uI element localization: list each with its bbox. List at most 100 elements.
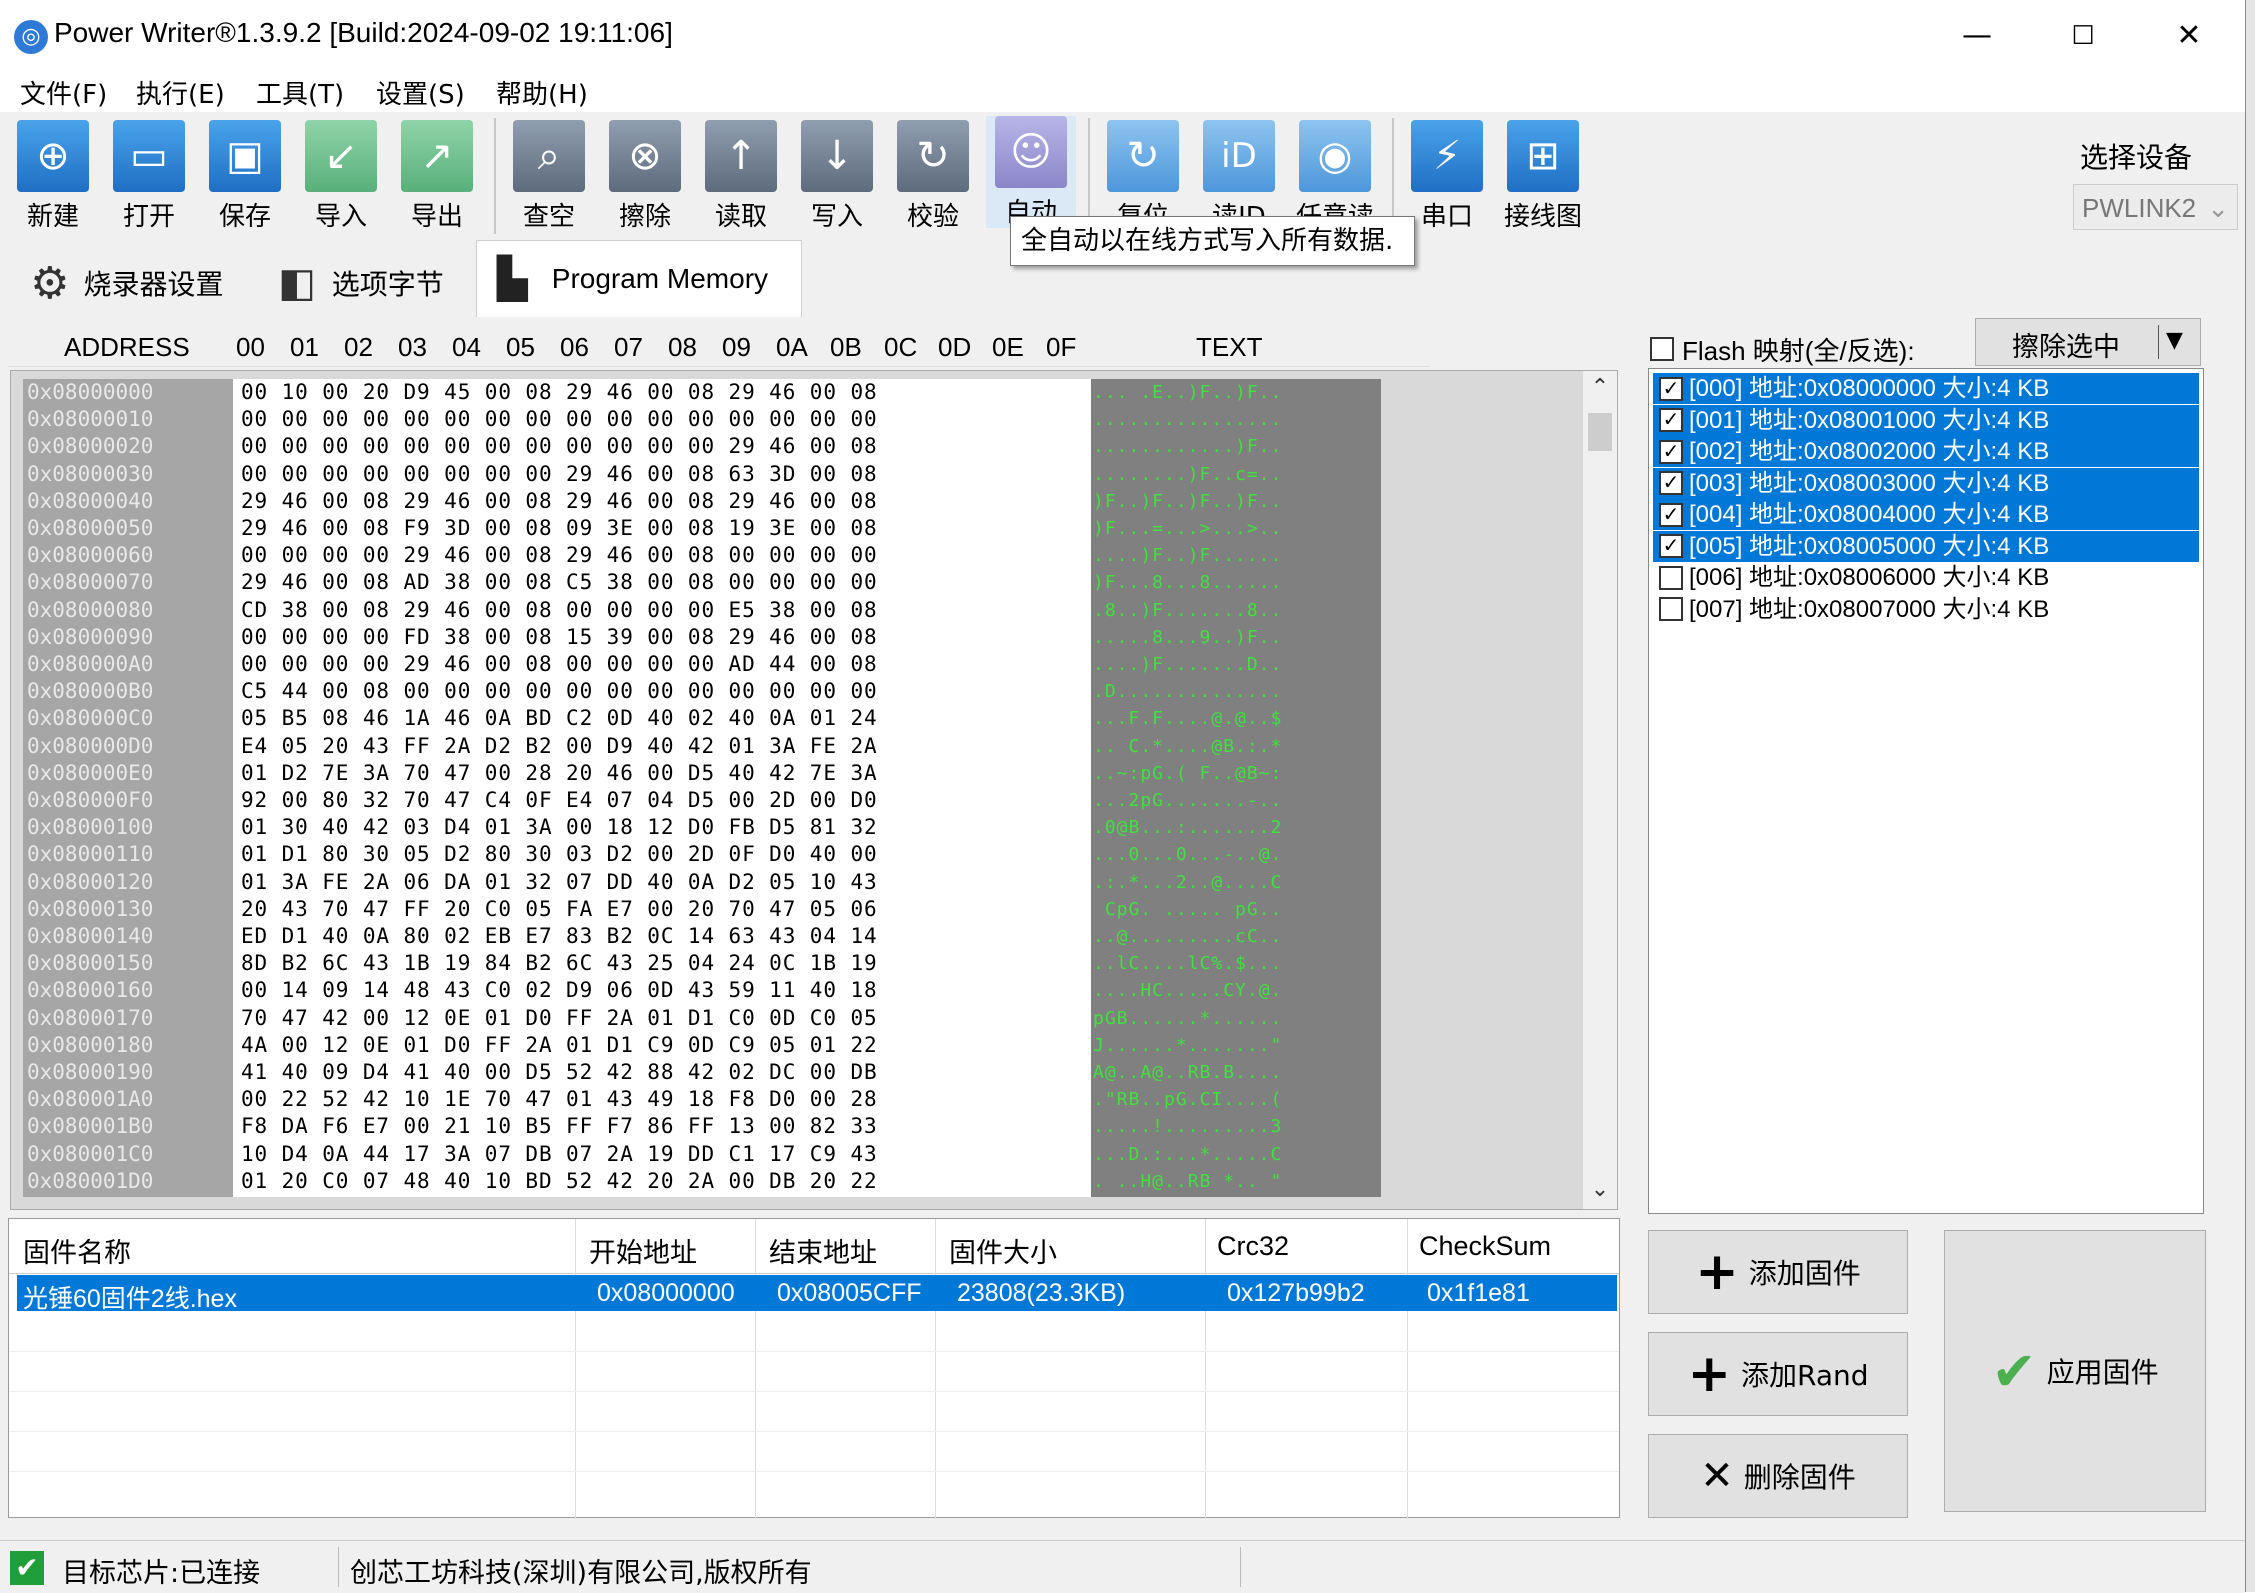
column-divider: [1205, 1219, 1206, 1519]
hex-bytes[interactable]: F8 DA F6 E7 00 21 10 B5 FF F7 86 FF 13 0…: [241, 1113, 1099, 1140]
menu-help[interactable]: 帮助(H): [496, 74, 588, 111]
new-button[interactable]: ⊕ 新建: [8, 120, 98, 240]
hex-bytes[interactable]: 01 D1 80 30 05 D2 80 30 03 D2 00 2D 0F D…: [241, 841, 1099, 868]
hex-bytes[interactable]: 00 00 00 00 00 00 00 00 29 46 00 08 63 3…: [241, 461, 1099, 488]
hex-bytes[interactable]: 4A 00 12 0E 01 D0 FF 2A 01 D1 C9 0D C9 0…: [241, 1032, 1099, 1059]
hex-bytes[interactable]: 00 00 00 00 00 00 00 00 00 00 00 00 00 0…: [241, 406, 1099, 433]
hex-bytes[interactable]: E4 05 20 43 FF 2A D2 B2 00 D9 40 42 01 3…: [241, 733, 1099, 760]
tab-program-memory[interactable]: ▙ Program Memory: [476, 240, 802, 317]
import-button[interactable]: ↙ 导入: [296, 120, 386, 240]
flash-sector-checkbox[interactable]: ✓: [1659, 534, 1683, 558]
hex-scrollbar[interactable]: ⌃ ⌄: [1583, 371, 1617, 1209]
menu-file[interactable]: 文件(F): [20, 74, 107, 111]
tab-programmer-settings[interactable]: ⚙ 烧录器设置: [14, 248, 254, 318]
read-button[interactable]: ↑ 读取: [696, 120, 786, 240]
background-window-edge: [2246, 0, 2255, 1592]
tab-option-bytes-label: 选项字节: [331, 268, 444, 301]
device-select-value: PWLINK2: [2082, 193, 2197, 223]
col-checksum: CheckSum: [1419, 1231, 1552, 1261]
hex-editor[interactable]: 0x08000000 00 10 00 20 D9 45 00 08 29 46 …: [10, 370, 1618, 1210]
flash-sector-item[interactable]: [007] 地址:0x08007000 大小:4 KB: [1653, 594, 2199, 625]
add-firmware-button[interactable]: + 添加固件: [1648, 1230, 1908, 1314]
flash-sector-item[interactable]: ✓ [003] 地址:0x08003000 大小:4 KB: [1653, 467, 2199, 499]
scroll-up-icon[interactable]: ⌃: [1583, 375, 1617, 405]
hex-bytes[interactable]: 00 22 52 42 10 1E 70 47 01 43 49 18 F8 D…: [241, 1086, 1099, 1113]
hex-bytes[interactable]: 10 D4 0A 44 17 3A 07 DB 07 2A 19 DD C1 1…: [241, 1141, 1099, 1168]
hex-bytes[interactable]: CD 38 00 08 29 46 00 08 00 00 00 00 E5 3…: [241, 597, 1099, 624]
hex-bytes[interactable]: 29 46 00 08 F9 3D 00 08 09 3E 00 08 19 3…: [241, 515, 1099, 542]
flash-sector-item[interactable]: ✓ [004] 地址:0x08004000 大小:4 KB: [1653, 499, 2199, 530]
flash-sector-item[interactable]: ✓ [002] 地址:0x08002000 大小:4 KB: [1653, 436, 2199, 467]
delete-firmware-button[interactable]: ✕ 删除固件: [1648, 1434, 1908, 1518]
export-button[interactable]: ↗ 导出: [392, 120, 482, 240]
hex-bytes[interactable]: 8D B2 6C 43 1B 19 84 B2 6C 43 25 04 24 0…: [241, 950, 1099, 977]
apply-firmware-button[interactable]: ✔ 应用固件: [1944, 1230, 2206, 1512]
flash-sector-checkbox[interactable]: ✓: [1659, 408, 1683, 432]
status-bar: ✔ 目标芯片:已连接 创芯工坊科技(深圳)有限公司,版权所有: [0, 1540, 2245, 1593]
close-button[interactable]: ✕: [2136, 0, 2242, 72]
hex-bytes[interactable]: 01 3A FE 2A 06 DA 01 32 07 DD 40 0A D2 0…: [241, 869, 1099, 896]
blank-check-button[interactable]: ⌕ 查空: [504, 120, 594, 240]
scroll-down-icon[interactable]: ⌄: [1583, 1177, 1617, 1207]
hex-bytes[interactable]: 29 46 00 08 AD 38 00 08 C5 38 00 08 00 0…: [241, 569, 1099, 596]
open-button[interactable]: ▭ 打开: [104, 120, 194, 240]
save-button[interactable]: ▣ 保存: [200, 120, 290, 240]
write-button[interactable]: ↓ 写入: [792, 120, 882, 240]
verify-button[interactable]: ↻ 校验: [888, 120, 978, 240]
hex-bytes[interactable]: 01 20 C0 07 48 40 10 BD 52 42 20 2A 00 D…: [241, 1168, 1099, 1195]
hex-col-header: 06: [560, 332, 589, 362]
hex-bytes[interactable]: 20 43 70 47 FF 20 C0 05 FA E7 00 20 70 4…: [241, 896, 1099, 923]
erase-button[interactable]: ⊗ 擦除: [600, 120, 690, 240]
auto-button[interactable]: ☺ 自动: [986, 116, 1076, 228]
hex-bytes[interactable]: 29 46 00 08 29 46 00 08 29 46 00 08 29 4…: [241, 488, 1099, 515]
hex-bytes[interactable]: C5 44 00 08 00 00 00 00 00 00 00 00 00 0…: [241, 678, 1099, 705]
add-rand-button[interactable]: + 添加Rand: [1648, 1332, 1908, 1416]
hex-bytes[interactable]: 00 00 00 00 00 00 00 00 00 00 00 00 29 4…: [241, 433, 1099, 460]
minimize-button[interactable]: —: [1924, 0, 2030, 72]
flash-map-header: Flash 映射(全/反选):: [1650, 326, 1915, 372]
dropdown-arrow-icon[interactable]: ▼: [2166, 328, 2183, 353]
flash-sector-checkbox[interactable]: [1659, 565, 1683, 590]
hex-bytes[interactable]: 05 B5 08 46 1A 46 0A BD C2 0D 40 02 40 0…: [241, 705, 1099, 732]
flash-sector-item[interactable]: ✓ [000] 地址:0x08000000 大小:4 KB: [1653, 373, 2199, 404]
flash-sector-item[interactable]: ✓ [001] 地址:0x08001000 大小:4 KB: [1653, 404, 2199, 436]
hex-bytes[interactable]: 41 40 09 D4 41 40 00 D5 52 42 88 42 02 D…: [241, 1059, 1099, 1086]
hex-bytes[interactable]: 01 D2 7E 3A 70 47 00 28 20 46 00 D5 40 4…: [241, 760, 1099, 787]
menu-execute[interactable]: 执行(E): [136, 74, 225, 111]
flash-sector-checkbox[interactable]: ✓: [1659, 502, 1683, 527]
tab-option-bytes[interactable]: ◧ 选项字节: [268, 248, 478, 318]
hex-address: 0x08000120: [27, 869, 154, 894]
hex-bytes[interactable]: 92 00 80 32 70 47 C4 0F E4 07 04 D5 00 2…: [241, 787, 1099, 814]
hex-bytes[interactable]: 00 10 00 20 D9 45 00 08 29 46 00 08 29 4…: [241, 379, 1099, 406]
flash-sector-checkbox[interactable]: [1659, 597, 1683, 621]
flash-sector-item[interactable]: ✓ [005] 地址:0x08005000 大小:4 KB: [1653, 530, 2199, 562]
hex-bytes[interactable]: 00 14 09 14 48 43 C0 02 D9 06 0D 43 59 1…: [241, 977, 1099, 1004]
hex-bytes[interactable]: 00 00 00 00 29 46 00 08 29 46 00 08 00 0…: [241, 542, 1099, 569]
hex-bytes[interactable]: 00 00 00 00 29 46 00 08 00 00 00 00 AD 4…: [241, 651, 1099, 678]
end-address-cell: 0x08005CFF: [777, 1279, 922, 1307]
wiring-diagram-button[interactable]: ⊞ 接线图: [1498, 120, 1588, 240]
erase-selected-button[interactable]: 擦除选中 ▼: [1975, 318, 2201, 366]
scroll-thumb[interactable]: [1588, 413, 1612, 451]
connected-check-icon: ✔: [10, 1551, 44, 1585]
table-row[interactable]: 光锤60固件2线.hex 0x08000000 0x08005CFF 23808…: [17, 1275, 1617, 1313]
hex-bytes[interactable]: 70 47 42 00 12 0E 01 D0 FF 2A 01 D1 C0 0…: [241, 1005, 1099, 1032]
menu-settings[interactable]: 设置(S): [376, 74, 465, 111]
hex-text: .:.*...2..@....C: [1093, 871, 1283, 893]
flash-select-all-checkbox[interactable]: [1650, 337, 1674, 361]
device-select[interactable]: PWLINK2 ⌄: [2073, 184, 2238, 230]
maximize-button[interactable]: ☐: [2030, 0, 2136, 72]
flash-sector-item[interactable]: [006] 地址:0x08006000 大小:4 KB: [1653, 562, 2199, 593]
flash-sector-checkbox[interactable]: ✓: [1659, 439, 1683, 464]
flash-sector-checkbox[interactable]: ✓: [1659, 471, 1683, 495]
serial-port-button[interactable]: ⚡ 串口: [1402, 120, 1492, 240]
hex-bytes[interactable]: 01 30 40 42 03 D4 01 3A 00 18 12 D0 FB D…: [241, 814, 1099, 841]
hex-bytes[interactable]: 00 00 00 00 FD 38 00 08 15 39 00 08 29 4…: [241, 624, 1099, 651]
hex-address: 0x08000020: [27, 434, 154, 459]
flash-sector-checkbox[interactable]: ✓: [1659, 376, 1683, 401]
menu-tools[interactable]: 工具(T): [256, 74, 344, 111]
flash-sector-list[interactable]: ✓ [000] 地址:0x08000000 大小:4 KB ✓ [001] 地址:0x…: [1648, 368, 2204, 1214]
reset-icon: ↻: [1107, 120, 1179, 192]
hex-bytes[interactable]: ED D1 40 0A 80 02 EB E7 83 B2 0C 14 63 4…: [241, 923, 1099, 950]
hex-text: .0@B...:.......2: [1093, 817, 1283, 839]
